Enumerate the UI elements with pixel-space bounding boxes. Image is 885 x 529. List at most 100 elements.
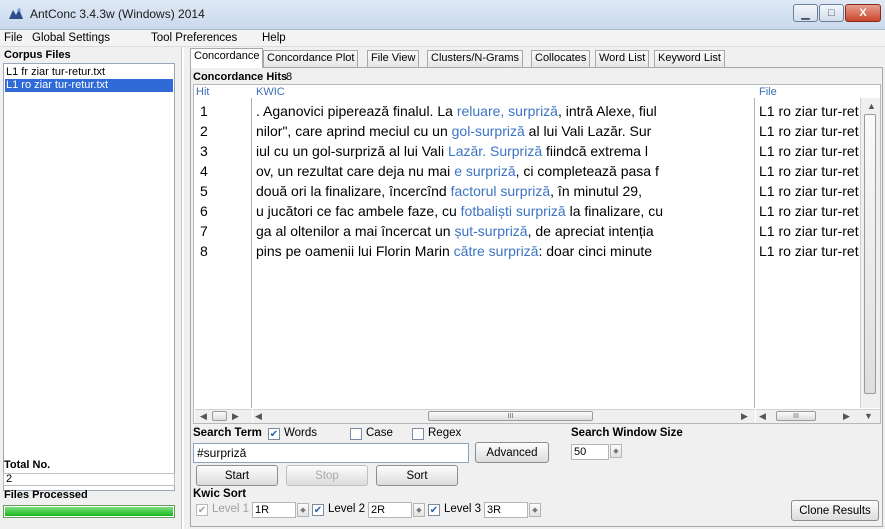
hit-number: 4: [200, 163, 208, 179]
menu-tool-preferences[interactable]: Tool Preferences: [151, 32, 237, 44]
kwic-line[interactable]: . Aganovici piperează finalul. La reluar…: [256, 101, 657, 121]
level2-checkbox[interactable]: ✔: [312, 504, 324, 516]
advanced-button[interactable]: Advanced: [475, 442, 549, 463]
level3-label: Level 3: [444, 503, 482, 515]
column-header-hit[interactable]: Hit: [196, 86, 209, 98]
level1-input[interactable]: 1R: [252, 502, 296, 518]
kwic-left-context: iul cu un gol-surpriză al lui Vali: [256, 143, 445, 159]
menu-file[interactable]: File: [4, 32, 23, 44]
scroll-left-arrow-icon[interactable]: ◀: [759, 411, 766, 422]
kwic-left-context: nilor", care aprind meciul cu un: [256, 123, 448, 139]
kwic-keyword[interactable]: fotbaliști surpriză: [461, 203, 566, 219]
tab-keyword-list[interactable]: Keyword List: [654, 50, 725, 67]
scroll-up-arrow-icon[interactable]: ▲: [867, 101, 876, 111]
scroll-left-arrow-icon[interactable]: ◀: [255, 411, 262, 422]
tab-word-list[interactable]: Word List: [595, 50, 650, 67]
kwic-hscroll-thumb[interactable]: III: [428, 411, 593, 421]
kwic-line[interactable]: pins pe oamenii lui Florin Marin către s…: [256, 241, 652, 261]
regex-checkbox[interactable]: [412, 428, 424, 440]
concordance-pane: Concordance Hits 8 Hit KWIC File 1 2 3 4…: [190, 67, 883, 527]
kwic-left-context: pins pe oamenii lui Florin Marin: [256, 243, 450, 259]
kwic-line[interactable]: ov, un rezultat care deja nu mai e surpr…: [256, 161, 659, 181]
case-checkbox[interactable]: [350, 428, 362, 440]
kwic-keyword[interactable]: e surpriză: [454, 163, 515, 179]
clone-results-button[interactable]: Clone Results: [791, 500, 879, 521]
hit-number: 3: [200, 143, 208, 159]
search-window-size-input[interactable]: 50: [571, 444, 609, 460]
level1-spinner-icon[interactable]: ◆: [297, 503, 309, 517]
corpus-file-item[interactable]: L1 fr ziar tur-retur.txt: [5, 66, 173, 79]
tab-collocates[interactable]: Collocates: [531, 50, 591, 67]
column-header-kwic[interactable]: KWIC: [256, 86, 285, 98]
level3-spinner-icon[interactable]: ◆: [529, 503, 541, 517]
scroll-right-arrow-icon[interactable]: ▶: [232, 411, 239, 422]
scroll-right-arrow-icon[interactable]: ▶: [741, 411, 748, 422]
tab-concordance[interactable]: Concordance: [190, 48, 264, 68]
antconc-logo-icon: [9, 8, 23, 19]
file-cell: L1 ro ziar tur-retur.txt: [759, 143, 859, 159]
files-processed-progress-bar: [3, 505, 175, 518]
kwic-line[interactable]: nilor", care aprind meciul cu un gol-sur…: [256, 121, 651, 141]
tab-concordance-plot[interactable]: Concordance Plot: [263, 50, 359, 67]
tab-file-view[interactable]: File View: [367, 50, 420, 67]
level2-spinner-icon[interactable]: ◆: [413, 503, 425, 517]
kwic-keyword[interactable]: reluare, surpriză: [457, 103, 558, 119]
kwic-column-hscrollbar[interactable]: ◀ III ▶: [253, 409, 755, 423]
total-no-value: 2: [3, 473, 175, 486]
maximize-icon: □: [828, 7, 835, 19]
minimize-button[interactable]: ▁: [793, 4, 818, 22]
scroll-left-arrow-icon[interactable]: ◀: [200, 411, 207, 422]
hit-column[interactable]: 1 2 3 4 5 6 7 8: [195, 98, 252, 408]
file-column-hscrollbar[interactable]: ◀ III ▶ ▼: [756, 409, 880, 423]
file-cell: L1 ro ziar tur-retur.txt: [759, 163, 859, 179]
sort-button[interactable]: Sort: [376, 465, 458, 486]
kwic-line[interactable]: două ori la finalizare, încercînd factor…: [256, 181, 642, 201]
level3-checkbox[interactable]: ✔: [428, 504, 440, 516]
kwic-line[interactable]: u jucători ce fac ambele faze, cu fotbal…: [256, 201, 663, 221]
level3-input[interactable]: 3R: [484, 502, 528, 518]
check-icon: ✔: [313, 504, 323, 516]
maximize-button[interactable]: □: [819, 4, 844, 22]
file-column[interactable]: L1 ro ziar tur-retur.txt L1 ro ziar tur-…: [756, 98, 859, 408]
hit-hscroll-thumb[interactable]: [212, 411, 227, 421]
file-hscroll-thumb[interactable]: III: [776, 411, 816, 421]
kwic-keyword[interactable]: către surpriză: [454, 243, 539, 259]
kwic-keyword[interactable]: șut-surpriză: [454, 223, 527, 239]
check-icon: ✔: [429, 504, 439, 516]
hit-column-hscrollbar[interactable]: ◀ ▶: [195, 409, 252, 423]
kwic-right-context: : doar cinci minute: [538, 243, 653, 259]
search-term-input[interactable]: #surpriză: [193, 443, 469, 463]
kwic-keyword[interactable]: gol-surpriză: [452, 123, 525, 139]
vertical-scroll-thumb[interactable]: [864, 114, 876, 394]
stop-button[interactable]: Stop: [286, 465, 368, 486]
concordance-results[interactable]: Hit KWIC File 1 2 3 4 5 6 7 8 . Aganovic…: [193, 84, 881, 424]
tab-clusters-ngrams[interactable]: Clusters/N-Grams: [427, 50, 524, 67]
window-size-spinner-icon[interactable]: ◆: [610, 444, 622, 458]
hit-number: 2: [200, 123, 208, 139]
corpus-file-item-selected[interactable]: L1 ro ziar tur-retur.txt: [5, 79, 173, 92]
start-button[interactable]: Start: [196, 465, 278, 486]
kwic-right-context: , ci completează pasa f: [515, 163, 659, 179]
hit-number: 1: [200, 103, 208, 119]
total-no-label: Total No.: [4, 459, 51, 471]
kwic-line[interactable]: iul cu un gol-surpriză al lui Vali Lazăr…: [256, 141, 648, 161]
kwic-right-context: fiindcă extrema l: [542, 143, 648, 159]
scroll-down-arrow-icon[interactable]: ▼: [864, 411, 873, 421]
level2-input[interactable]: 2R: [368, 502, 412, 518]
kwic-keyword[interactable]: factorul surpriză: [451, 183, 551, 199]
corpus-file-list[interactable]: L1 fr ziar tur-retur.txt L1 ro ziar tur-…: [3, 63, 175, 491]
file-cell: L1 ro ziar tur-retur.txt: [759, 183, 859, 199]
scroll-right-arrow-icon[interactable]: ▶: [843, 411, 850, 422]
close-button[interactable]: X: [845, 4, 881, 22]
menu-global-settings[interactable]: Global Settings: [32, 32, 110, 44]
column-header-file[interactable]: File: [759, 86, 777, 98]
vertical-scrollbar[interactable]: ▲: [860, 98, 880, 408]
menu-help[interactable]: Help: [262, 32, 286, 44]
kwic-keyword[interactable]: Lazăr. Surpriză: [448, 143, 542, 159]
level1-checkbox[interactable]: ✔: [196, 504, 208, 516]
kwic-left-context: ga al oltenilor a mai încercat un: [256, 223, 451, 239]
kwic-column[interactable]: . Aganovici piperează finalul. La reluar…: [253, 98, 755, 408]
level2-label: Level 2: [328, 503, 366, 515]
words-checkbox[interactable]: ✔: [268, 428, 280, 440]
kwic-line[interactable]: ga al oltenilor a mai încercat un șut-su…: [256, 221, 654, 241]
